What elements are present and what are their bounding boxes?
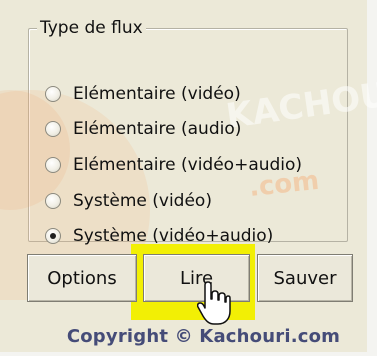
radio-option-system-video[interactable]: Système (vidéo) [45,187,212,215]
radio-label: Elémentaire (vidéo+audio) [73,155,303,175]
copyright-text: Copyright © Kachouri.com [66,326,341,347]
stream-type-legend: Type de flux [37,18,146,38]
radio-option-elementary-video-audio[interactable]: Elémentaire (vidéo+audio) [45,151,302,179]
radio-option-elementary-audio[interactable]: Elémentaire (audio) [45,115,241,143]
radio-label: Elémentaire (audio) [73,119,242,139]
radio-label: Système (vidéo) [73,191,212,211]
radio-button-checked-icon[interactable] [45,228,61,244]
radio-label: Elémentaire (vidéo) [73,84,241,104]
stream-type-group: Type de flux Elémentaire (vidéo) Elément… [28,18,348,246]
radio-button-icon[interactable] [45,157,61,173]
radio-button-icon[interactable] [45,86,61,102]
sauver-button[interactable]: Sauver [257,254,353,302]
radio-label: Système (vidéo+audio) [73,226,274,246]
radio-option-elementary-video[interactable]: Elémentaire (vidéo) [45,80,241,108]
hand-cursor-icon [197,281,231,325]
radio-button-icon[interactable] [45,121,61,137]
radio-button-icon[interactable] [45,193,61,209]
options-button[interactable]: Options [27,254,137,302]
radio-option-system-video-audio[interactable]: Système (vidéo+audio) [45,222,273,250]
